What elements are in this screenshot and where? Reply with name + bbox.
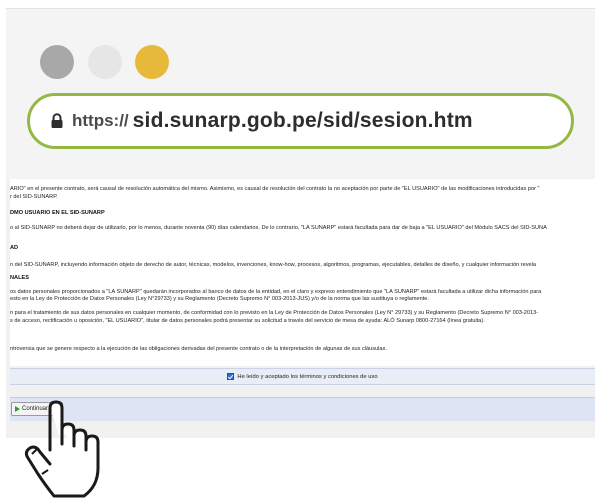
terms-line: n del SID-SUNARP, incluyendo información… <box>10 262 536 268</box>
terms-line: os datos personales proporcionados a "LA… <box>10 289 542 295</box>
terms-line: ARIO" en el presente contrato, será caus… <box>10 186 540 192</box>
section-heading: DMO USUARIO EN EL SID-SUNARP <box>10 210 105 216</box>
section-heading: AD <box>10 245 19 251</box>
terms-line: s de acceso, rectificación u oposición, … <box>10 318 485 324</box>
terms-line: o al SID-SUNARP no deberá dejar de utili… <box>10 225 547 231</box>
terms-line: esto en la Ley de Protección de Datos Pe… <box>10 296 429 302</box>
accept-terms-checkbox[interactable] <box>227 373 235 380</box>
section-heading: NALES <box>10 275 29 281</box>
window-dot-light <box>88 45 122 79</box>
accept-terms-label[interactable]: He leído y aceptado los términos y condi… <box>237 374 377 380</box>
address-bar[interactable]: https:// sid.sunarp.gob.pe/sid/sesion.ht… <box>27 93 574 149</box>
lock-icon <box>50 113 64 129</box>
url-protocol: https:// <box>72 111 129 130</box>
terms-document: ARIO" en el presente contrato, será caus… <box>10 179 595 366</box>
window-dot-gray <box>40 45 74 79</box>
url-host: sid.sunarp.gob.pe/sid/sesion.htm <box>132 109 473 132</box>
window-dot-yellow <box>135 45 169 79</box>
terms-line: n para el tratamiento de sus datos perso… <box>10 310 539 316</box>
terms-line: r del SID-SUNARP. <box>10 194 58 200</box>
pointer-hand-icon <box>24 400 100 498</box>
consent-row: He leído y aceptado los términos y condi… <box>10 368 595 385</box>
terms-line: ntroversia que se genere respecto a la e… <box>10 346 387 352</box>
